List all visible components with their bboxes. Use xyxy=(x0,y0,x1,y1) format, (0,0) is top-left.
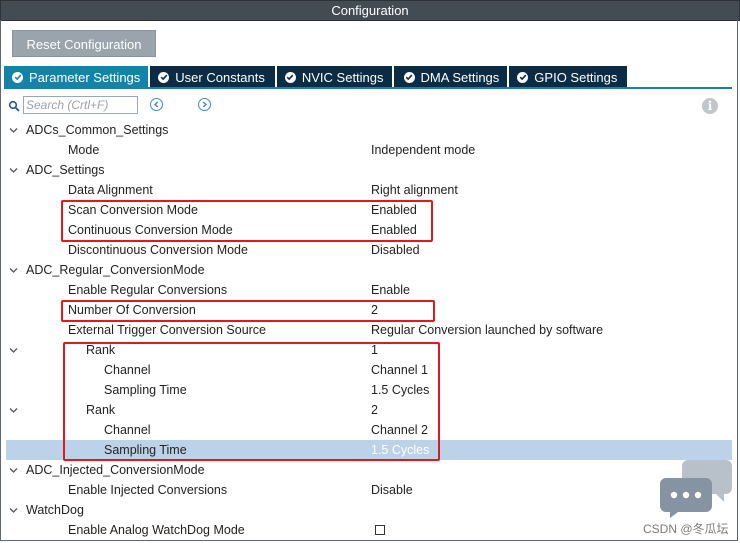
param-label: Rank xyxy=(86,403,116,417)
check-icon xyxy=(284,71,296,83)
tree-group-rank-2[interactable]: Rank 2 xyxy=(0,400,738,420)
param-label: Sampling Time xyxy=(104,383,187,397)
tree-row-rank-1-sampling-time[interactable]: Sampling Time 1.5 Cycles xyxy=(0,380,738,400)
tree-group-adcs-common[interactable]: ADCs_Common_Settings xyxy=(0,120,738,140)
tree-group-adc-injected-conversion[interactable]: ADC_Injected_ConversionMode xyxy=(0,460,738,480)
info-icon[interactable]: i xyxy=(702,98,718,114)
param-label: Sampling Time xyxy=(104,443,187,457)
tree-row-external-trigger-source[interactable]: External Trigger Conversion Source Regul… xyxy=(0,320,738,340)
group-label: WatchDog xyxy=(26,503,84,517)
param-value[interactable]: Enabled xyxy=(371,220,417,240)
tree-row-scan-conversion-mode[interactable]: Scan Conversion Mode Enabled xyxy=(0,200,738,220)
tab-nvic-settings[interactable]: NVIC Settings xyxy=(276,66,394,88)
tab-dma-settings[interactable]: DMA Settings xyxy=(393,66,510,88)
tab-user-constants[interactable]: User Constants xyxy=(150,66,277,88)
next-match-button[interactable] xyxy=(198,98,211,111)
tab-parameter-settings[interactable]: Parameter Settings xyxy=(4,66,151,88)
tab-gpio-settings[interactable]: GPIO Settings xyxy=(509,66,630,88)
tab-underline xyxy=(4,87,732,89)
param-value[interactable]: 2 xyxy=(371,400,378,420)
param-label: Discontinuous Conversion Mode xyxy=(68,243,248,257)
param-label: Enable Regular Conversions xyxy=(68,283,228,297)
tree-row-rank-2-channel[interactable]: Channel Channel 2 xyxy=(0,420,738,440)
tree-row-enable-regular-conversions[interactable]: Enable Regular Conversions Enable xyxy=(0,280,738,300)
param-value[interactable]: Enable xyxy=(371,280,410,300)
search-input[interactable] xyxy=(23,96,138,114)
chevron-right-icon xyxy=(202,101,208,108)
param-value[interactable]: Disabled xyxy=(371,240,420,260)
param-label: Scan Conversion Mode xyxy=(68,203,198,217)
chevron-left-icon xyxy=(153,101,159,108)
group-label: ADC_Regular_ConversionMode xyxy=(26,263,205,277)
param-label: External Trigger Conversion Source xyxy=(68,323,267,337)
group-label: ADC_Injected_ConversionMode xyxy=(26,463,205,477)
tree-row-discontinuous-conversion-mode[interactable]: Discontinuous Conversion Mode Disabled xyxy=(0,240,738,260)
parameter-tree: ADCs_Common_Settings Mode Independent mo… xyxy=(0,120,738,540)
tree-group-watchdog[interactable]: WatchDog xyxy=(0,500,738,520)
previous-match-button[interactable] xyxy=(150,98,163,111)
chevron-down-icon[interactable] xyxy=(9,126,18,135)
chevron-down-icon[interactable] xyxy=(9,266,18,275)
param-value[interactable]: 2 xyxy=(371,300,378,320)
param-value[interactable]: 1 xyxy=(371,340,378,360)
tab-label: NVIC Settings xyxy=(301,69,384,85)
chat-icon[interactable] xyxy=(660,458,734,521)
search-icon xyxy=(8,100,20,115)
tree-row-enable-injected-conversions[interactable]: Enable Injected Conversions Disable xyxy=(0,480,738,500)
group-label: ADCs_Common_Settings xyxy=(26,123,169,137)
group-label: ADC_Settings xyxy=(26,163,105,177)
param-label: Number Of Conversion xyxy=(68,303,196,317)
tree-row-continuous-conversion-mode[interactable]: Continuous Conversion Mode Enabled xyxy=(0,220,738,240)
chevron-down-icon[interactable] xyxy=(9,466,18,475)
param-label: Continuous Conversion Mode xyxy=(68,223,233,237)
tree-group-rank-1[interactable]: Rank 1 xyxy=(0,340,738,360)
watchdog-checkbox[interactable] xyxy=(375,525,385,535)
check-icon xyxy=(517,71,529,83)
tree-row-number-of-conversion[interactable]: Number Of Conversion 2 xyxy=(0,300,738,320)
chevron-down-icon[interactable] xyxy=(9,406,18,415)
chevron-down-icon[interactable] xyxy=(9,346,18,355)
param-value[interactable]: Channel 1 xyxy=(371,360,428,380)
param-value[interactable]: Disable xyxy=(371,480,413,500)
check-icon xyxy=(403,71,415,83)
tab-label: User Constants xyxy=(175,69,265,85)
param-label: Mode xyxy=(68,143,100,157)
param-value[interactable]: 1.5 Cycles xyxy=(371,440,429,460)
param-label: Enable Injected Conversions xyxy=(68,483,228,497)
tab-label: GPIO Settings xyxy=(534,69,618,85)
tab-label: Parameter Settings xyxy=(29,69,141,85)
tab-bar: Parameter Settings User Constants NVIC S… xyxy=(4,66,630,88)
param-value[interactable]: Regular Conversion launched by software xyxy=(371,320,603,340)
watermark: CSDN @冬瓜坛 xyxy=(643,522,729,536)
param-label: Rank xyxy=(86,343,116,357)
param-label: Channel xyxy=(104,363,151,377)
param-value[interactable]: Channel 2 xyxy=(371,420,428,440)
tree-row-mode[interactable]: Mode Independent mode xyxy=(0,140,738,160)
window-title: Configuration xyxy=(0,0,740,21)
tree-row-rank-1-channel[interactable]: Channel Channel 1 xyxy=(0,360,738,380)
param-label: Data Alignment xyxy=(68,183,153,197)
search-toolbar: i xyxy=(6,96,730,116)
tree-row-rank-2-sampling-time[interactable]: Sampling Time 1.5 Cycles xyxy=(6,440,732,460)
check-icon xyxy=(158,71,170,83)
tree-row-data-alignment[interactable]: Data Alignment Right alignment xyxy=(0,180,738,200)
param-label: Enable Analog WatchDog Mode xyxy=(68,523,245,537)
check-icon xyxy=(12,71,23,83)
tree-group-adc-regular-conversion[interactable]: ADC_Regular_ConversionMode xyxy=(0,260,738,280)
param-label: Channel xyxy=(104,423,151,437)
chevron-down-icon[interactable] xyxy=(9,506,18,515)
param-value[interactable]: 1.5 Cycles xyxy=(371,380,429,400)
param-value[interactable]: Right alignment xyxy=(371,180,458,200)
tab-label: DMA Settings xyxy=(420,69,500,85)
reset-configuration-button[interactable]: Reset Configuration xyxy=(12,30,156,57)
tree-group-adc-settings[interactable]: ADC_Settings xyxy=(0,160,738,180)
tree-row-enable-analog-watchdog[interactable]: Enable Analog WatchDog Mode xyxy=(0,520,738,540)
param-value[interactable]: Enabled xyxy=(371,200,417,220)
chevron-down-icon[interactable] xyxy=(9,166,18,175)
param-value[interactable]: Independent mode xyxy=(371,140,475,160)
